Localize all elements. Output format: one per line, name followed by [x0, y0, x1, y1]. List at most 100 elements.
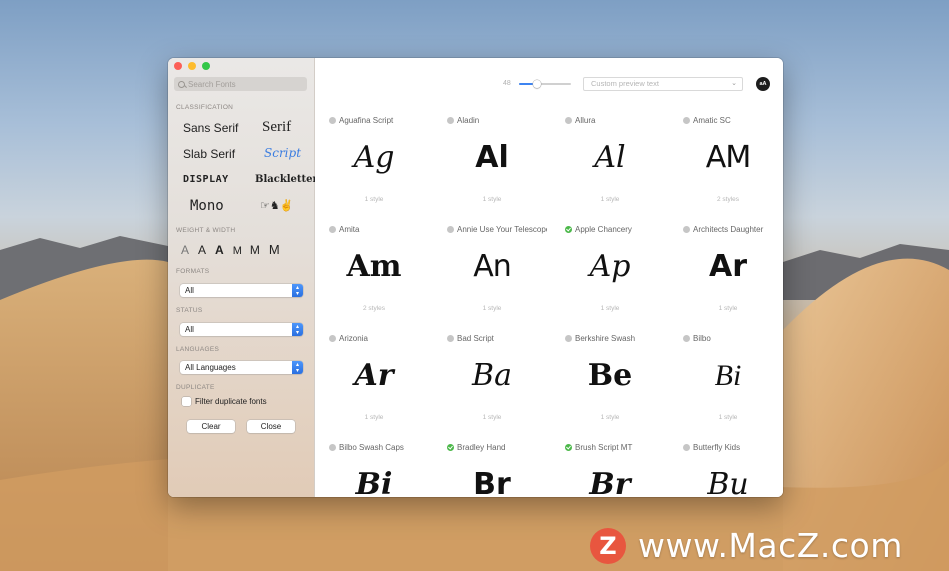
status-dot-icon[interactable] — [683, 117, 690, 124]
close-window-button[interactable] — [174, 62, 182, 70]
class-serif[interactable]: Serif — [262, 119, 291, 136]
font-card[interactable]: Bad Script Ba 1 style — [433, 328, 551, 437]
font-preview-sample: Al — [475, 140, 509, 175]
status-dot-icon[interactable] — [447, 226, 454, 233]
font-preview-sample: An — [473, 249, 512, 284]
font-card-header: Allura — [565, 116, 665, 125]
font-card-header: Bradley Hand — [447, 443, 547, 452]
font-card[interactable]: Bradley Hand Br — [433, 437, 551, 497]
status-dot-icon[interactable] — [683, 226, 690, 233]
status-dot-icon[interactable] — [447, 117, 454, 124]
status-dot-icon[interactable] — [329, 335, 336, 342]
weight-regular[interactable]: A — [198, 243, 206, 257]
font-card[interactable]: Bilbo Swash Caps Bi — [315, 437, 433, 497]
font-card[interactable]: Arizonia Ar 1 style — [315, 328, 433, 437]
font-browser-window: Search Fonts CLASSIFICATION Sans Serif S… — [168, 58, 783, 497]
font-card-header: Brush Script MT — [565, 443, 665, 452]
font-card[interactable]: Allura Al 1 style — [551, 110, 669, 219]
font-card[interactable]: Butterfly Kids Bu — [669, 437, 783, 497]
font-style-count: 1 style — [600, 196, 620, 203]
zoom-window-button[interactable] — [202, 62, 210, 70]
font-card-header: Bilbo — [683, 334, 783, 343]
class-slab-serif[interactable]: Slab Serif — [183, 147, 235, 161]
status-dot-icon[interactable] — [447, 335, 454, 342]
font-preview-sample: Br — [589, 467, 631, 497]
font-style-count: 2 styles — [716, 196, 740, 203]
font-card-header: Bad Script — [447, 334, 547, 343]
class-symbol[interactable]: ☞♞✌ — [260, 199, 293, 212]
font-style-count: 1 style — [600, 414, 620, 421]
font-name: Bradley Hand — [457, 443, 506, 452]
font-card-header: Annie Use Your Telescope — [447, 225, 547, 234]
status-dot-icon[interactable] — [565, 117, 572, 124]
width-expanded[interactable]: M — [269, 242, 281, 257]
status-dot-icon[interactable] — [683, 444, 690, 451]
font-card[interactable]: Amatic SC AM 2 styles — [669, 110, 783, 219]
font-card[interactable]: Aladin Al 1 style — [433, 110, 551, 219]
sidebar: Search Fonts CLASSIFICATION Sans Serif S… — [168, 58, 318, 497]
font-name: Bilbo Swash Caps — [339, 443, 404, 452]
activated-check-icon[interactable] — [565, 444, 572, 451]
search-placeholder: Search Fonts — [188, 79, 236, 89]
status-dot-icon[interactable] — [329, 117, 336, 124]
font-card-header: Berkshire Swash — [565, 334, 665, 343]
font-preview-sample: AM — [705, 140, 751, 175]
font-card[interactable]: Annie Use Your Telescope An 1 style — [433, 219, 551, 328]
width-normal[interactable]: M — [250, 243, 260, 257]
weight-bold[interactable]: A — [215, 243, 224, 257]
close-button[interactable]: Close — [247, 420, 295, 433]
preview-text-input[interactable]: Custom preview text ⌄ — [583, 77, 743, 91]
font-card[interactable]: Apple Chancery Ap 1 style — [551, 219, 669, 328]
font-name: Architects Daughter — [693, 225, 764, 234]
status-dot-icon[interactable] — [329, 444, 336, 451]
width-condensed[interactable]: M — [233, 245, 242, 257]
status-dot-icon[interactable] — [329, 226, 336, 233]
text-size-button[interactable]: aA — [756, 77, 770, 91]
formats-select[interactable]: All ▴ ▾ — [180, 284, 303, 297]
size-slider[interactable] — [519, 80, 571, 88]
clear-button[interactable]: Clear — [187, 420, 235, 433]
languages-select[interactable]: All Languages ▴ ▾ — [180, 361, 303, 374]
activated-check-icon[interactable] — [447, 444, 454, 451]
class-sans-serif[interactable]: Sans Serif — [183, 121, 238, 135]
class-display[interactable]: DISPLAY — [183, 174, 229, 185]
font-name: Butterfly Kids — [693, 443, 741, 452]
font-name: Amita — [339, 225, 360, 234]
class-script[interactable]: Script — [264, 146, 301, 160]
status-select[interactable]: All ▴ ▾ — [180, 323, 303, 336]
status-dot-icon[interactable] — [683, 335, 690, 342]
class-mono[interactable]: Mono — [190, 198, 224, 214]
font-card[interactable]: Bilbo Bi 1 style — [669, 328, 783, 437]
search-input[interactable]: Search Fonts — [174, 77, 307, 91]
weight-light[interactable]: A — [181, 243, 189, 257]
font-name: Amatic SC — [693, 116, 731, 125]
status-dot-icon[interactable] — [565, 335, 572, 342]
activated-check-icon[interactable] — [565, 226, 572, 233]
font-style-count: 1 style — [718, 414, 738, 421]
font-style-count: 2 styles — [362, 305, 386, 312]
font-card[interactable]: Architects Daughter Ar 1 style — [669, 219, 783, 328]
font-style-count: 1 style — [600, 305, 620, 312]
class-blackletter[interactable]: Blackletter — [255, 174, 318, 185]
stepper-icon: ▴ ▾ — [292, 284, 303, 297]
search-icon — [178, 80, 185, 88]
minimize-window-button[interactable] — [188, 62, 196, 70]
slider-knob[interactable] — [533, 80, 542, 88]
font-name: Allura — [575, 116, 596, 125]
font-preview-sample: Al — [594, 140, 626, 175]
font-name: Aguafina Script — [339, 116, 394, 125]
font-style-count: 1 style — [482, 305, 502, 312]
duplicate-title: DUPLICATE — [176, 384, 215, 391]
stepper-icon: ▴ ▾ — [292, 323, 303, 336]
filter-duplicates-checkbox[interactable] — [182, 397, 191, 406]
font-card[interactable]: Amita Am 2 styles — [315, 219, 433, 328]
filter-duplicates-row[interactable]: Filter duplicate fonts — [182, 397, 267, 406]
font-card[interactable]: Brush Script MT Br — [551, 437, 669, 497]
font-preview-sample: Br — [473, 467, 511, 497]
font-card-header: Amatic SC — [683, 116, 783, 125]
font-card[interactable]: Berkshire Swash Be 1 style — [551, 328, 669, 437]
formats-title: FORMATS — [176, 268, 210, 275]
stepper-icon: ▴ ▾ — [292, 361, 303, 374]
font-card[interactable]: Aguafina Script Ag 1 style — [315, 110, 433, 219]
font-card-header: Aguafina Script — [329, 116, 429, 125]
